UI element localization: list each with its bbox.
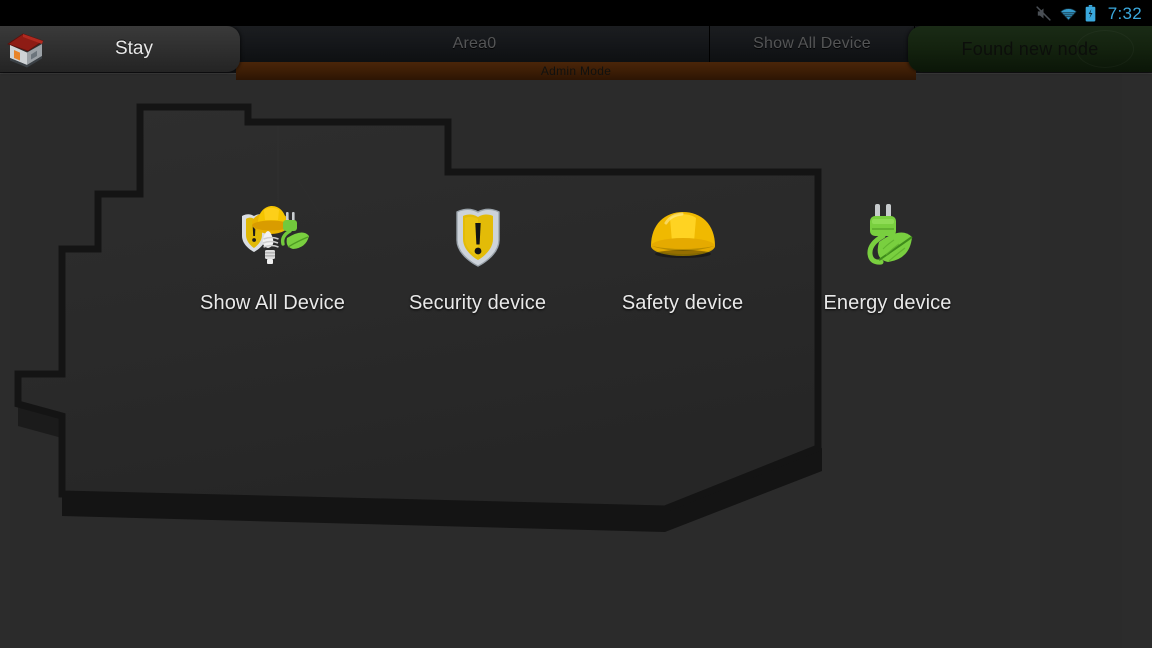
tab-area0[interactable]: Area0 bbox=[240, 26, 710, 62]
all-devices-icon bbox=[230, 198, 316, 278]
floorplan-outline bbox=[0, 74, 1152, 648]
device-tile-energy-device[interactable]: Energy device bbox=[785, 198, 990, 315]
device-label-security-device: Security device bbox=[408, 292, 547, 314]
device-label-energy-device: Energy device bbox=[823, 292, 952, 314]
battery-charging-icon bbox=[1085, 4, 1096, 21]
status-bar-clock: 7:32 bbox=[1107, 3, 1142, 23]
device-tile-show-all-device[interactable]: Show All Device bbox=[170, 198, 375, 315]
tab-show-all-device-label: Show All Device bbox=[753, 35, 871, 52]
tab-stay-label: Stay bbox=[114, 38, 154, 59]
home-icon bbox=[7, 33, 44, 68]
device-tile-safety-device[interactable]: Safety device bbox=[580, 198, 785, 315]
device-label-safety-device: Safety device bbox=[621, 292, 744, 314]
status-icon-group: 7:32 bbox=[1035, 3, 1142, 23]
found-new-node-button[interactable]: Found new node bbox=[908, 26, 1152, 72]
android-status-bar: 7:32 bbox=[0, 0, 1152, 26]
tab-area0-label: Area0 bbox=[452, 35, 497, 52]
bg-streak-right bbox=[1010, 74, 1040, 648]
app-root: 7:32 Area0 Show All Device Admin Mode St… bbox=[0, 0, 1152, 648]
app-header-bar: Area0 Show All Device Admin Mode Stay Fo… bbox=[0, 26, 1152, 80]
device-tile-row: Show All Device Security device Safety d… bbox=[170, 198, 990, 315]
device-tile-security-device[interactable]: Security device bbox=[375, 198, 580, 315]
plug-leaf-icon bbox=[845, 198, 931, 278]
bg-streak-far-right bbox=[1122, 74, 1152, 648]
floorplan-stage bbox=[0, 74, 1152, 648]
tab-show-all-device[interactable]: Show All Device bbox=[710, 26, 915, 62]
found-new-node-label: Found new node bbox=[961, 38, 1099, 59]
wifi-icon bbox=[1059, 7, 1077, 21]
bg-streak-left bbox=[0, 74, 10, 648]
shield-warning-icon bbox=[435, 198, 521, 278]
device-label-show-all-device: Show All Device bbox=[200, 292, 345, 314]
vibrate-muted-icon bbox=[1036, 5, 1051, 21]
hard-hat-icon bbox=[640, 198, 726, 278]
tab-stay[interactable]: Stay bbox=[0, 26, 240, 72]
admin-mode-label: Admin Mode bbox=[540, 64, 612, 78]
admin-mode-bar: Admin Mode bbox=[236, 62, 916, 80]
